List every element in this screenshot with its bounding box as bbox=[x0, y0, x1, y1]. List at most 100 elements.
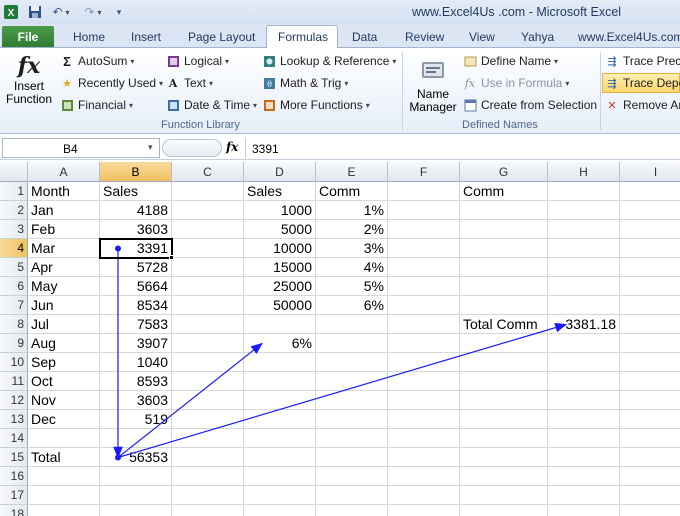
cell-d3[interactable]: 5000 bbox=[244, 220, 316, 239]
cell-h13[interactable] bbox=[548, 410, 620, 429]
cell-g16[interactable] bbox=[460, 467, 548, 486]
cell-c2[interactable] bbox=[172, 201, 244, 220]
row-header-17[interactable]: 17 bbox=[0, 486, 28, 505]
tab-formulas[interactable]: Formulas bbox=[278, 30, 328, 44]
cell-a1[interactable]: Month bbox=[28, 182, 100, 201]
autosum-button[interactable]: Σ AutoSum ▾ bbox=[60, 54, 134, 69]
tab-excel4us[interactable]: www.Excel4Us.com bbox=[578, 30, 680, 44]
excel-logo-icon[interactable]: X bbox=[2, 3, 20, 21]
formula-input[interactable]: 3391 bbox=[252, 142, 279, 156]
cell-i15[interactable] bbox=[620, 448, 680, 467]
cell-a7[interactable]: Jun bbox=[28, 296, 100, 315]
cell-c16[interactable] bbox=[172, 467, 244, 486]
column-header-d[interactable]: D bbox=[244, 162, 316, 182]
cell-f17[interactable] bbox=[388, 486, 460, 505]
math-trig-button[interactable]: θ Math & Trig ▾ bbox=[262, 76, 348, 90]
cell-a17[interactable] bbox=[28, 486, 100, 505]
row-header-5[interactable]: 5 bbox=[0, 258, 28, 277]
cell-a5[interactable]: Apr bbox=[28, 258, 100, 277]
fill-handle[interactable] bbox=[169, 255, 174, 260]
cell-i3[interactable] bbox=[620, 220, 680, 239]
cell-g5[interactable] bbox=[460, 258, 548, 277]
cell-e8[interactable] bbox=[316, 315, 388, 334]
cell-c13[interactable] bbox=[172, 410, 244, 429]
cell-g3[interactable] bbox=[460, 220, 548, 239]
cell-d17[interactable] bbox=[244, 486, 316, 505]
cell-c10[interactable] bbox=[172, 353, 244, 372]
cell-g13[interactable] bbox=[460, 410, 548, 429]
row-header-1[interactable]: 1 bbox=[0, 182, 28, 201]
cell-b12[interactable]: 3603 bbox=[100, 391, 172, 410]
tab-review[interactable]: Review bbox=[405, 30, 444, 44]
cell-h14[interactable] bbox=[548, 429, 620, 448]
cell-a18[interactable] bbox=[28, 505, 100, 516]
name-box-dropdown-icon[interactable]: ▾ bbox=[148, 142, 153, 153]
cell-g10[interactable] bbox=[460, 353, 548, 372]
cell-c15[interactable] bbox=[172, 448, 244, 467]
cell-b7[interactable]: 8534 bbox=[100, 296, 172, 315]
cell-f6[interactable] bbox=[388, 277, 460, 296]
cell-g2[interactable] bbox=[460, 201, 548, 220]
cell-i14[interactable] bbox=[620, 429, 680, 448]
cell-h7[interactable] bbox=[548, 296, 620, 315]
cell-d8[interactable] bbox=[244, 315, 316, 334]
cell-g6[interactable] bbox=[460, 277, 548, 296]
row-header-18[interactable]: 18 bbox=[0, 505, 28, 516]
cell-d10[interactable] bbox=[244, 353, 316, 372]
cell-f1[interactable] bbox=[388, 182, 460, 201]
column-header-g[interactable]: G bbox=[460, 162, 548, 182]
cell-c7[interactable] bbox=[172, 296, 244, 315]
cell-e13[interactable] bbox=[316, 410, 388, 429]
cell-h2[interactable] bbox=[548, 201, 620, 220]
row-header-7[interactable]: 7 bbox=[0, 296, 28, 315]
cell-i2[interactable] bbox=[620, 201, 680, 220]
column-header-h[interactable]: H bbox=[548, 162, 620, 182]
financial-button[interactable]: Financial ▾ bbox=[60, 98, 133, 112]
cell-b18[interactable] bbox=[100, 505, 172, 516]
insert-function-button[interactable]: fx Insert Function bbox=[4, 52, 54, 116]
cell-h11[interactable] bbox=[548, 372, 620, 391]
cell-a15[interactable]: Total bbox=[28, 448, 100, 467]
cell-a14[interactable] bbox=[28, 429, 100, 448]
define-name-button[interactable]: Define Name ▾ bbox=[463, 54, 558, 68]
cell-d12[interactable] bbox=[244, 391, 316, 410]
column-header-b[interactable]: B bbox=[100, 162, 172, 182]
cell-b11[interactable]: 8593 bbox=[100, 372, 172, 391]
cell-b10[interactable]: 1040 bbox=[100, 353, 172, 372]
tab-file[interactable]: File bbox=[2, 26, 54, 47]
cell-i18[interactable] bbox=[620, 505, 680, 516]
cell-h18[interactable] bbox=[548, 505, 620, 516]
cell-f16[interactable] bbox=[388, 467, 460, 486]
cell-g12[interactable] bbox=[460, 391, 548, 410]
tab-page-layout[interactable]: Page Layout bbox=[188, 30, 255, 44]
cell-h17[interactable] bbox=[548, 486, 620, 505]
tab-home[interactable]: Home bbox=[73, 30, 105, 44]
cell-i17[interactable] bbox=[620, 486, 680, 505]
cell-b14[interactable] bbox=[100, 429, 172, 448]
cell-b16[interactable] bbox=[100, 467, 172, 486]
lookup-reference-button[interactable]: Lookup & Reference ▾ bbox=[262, 54, 396, 68]
cell-c8[interactable] bbox=[172, 315, 244, 334]
use-in-formula-button[interactable]: fx Use in Formula ▾ bbox=[463, 76, 570, 90]
cell-e11[interactable] bbox=[316, 372, 388, 391]
cell-b15[interactable]: 56353 bbox=[100, 448, 172, 467]
cell-f12[interactable] bbox=[388, 391, 460, 410]
cell-g17[interactable] bbox=[460, 486, 548, 505]
cell-h3[interactable] bbox=[548, 220, 620, 239]
cell-f5[interactable] bbox=[388, 258, 460, 277]
name-manager-button[interactable]: Name Manager bbox=[407, 52, 459, 116]
cell-i8[interactable] bbox=[620, 315, 680, 334]
row-header-2[interactable]: 2 bbox=[0, 201, 28, 220]
cell-c9[interactable] bbox=[172, 334, 244, 353]
cell-d15[interactable] bbox=[244, 448, 316, 467]
cell-d6[interactable]: 25000 bbox=[244, 277, 316, 296]
tab-view[interactable]: View bbox=[469, 30, 495, 44]
cell-i5[interactable] bbox=[620, 258, 680, 277]
cell-i10[interactable] bbox=[620, 353, 680, 372]
cell-d11[interactable] bbox=[244, 372, 316, 391]
cell-d14[interactable] bbox=[244, 429, 316, 448]
cell-i7[interactable] bbox=[620, 296, 680, 315]
cell-e3[interactable]: 2% bbox=[316, 220, 388, 239]
cell-h1[interactable] bbox=[548, 182, 620, 201]
cell-a16[interactable] bbox=[28, 467, 100, 486]
